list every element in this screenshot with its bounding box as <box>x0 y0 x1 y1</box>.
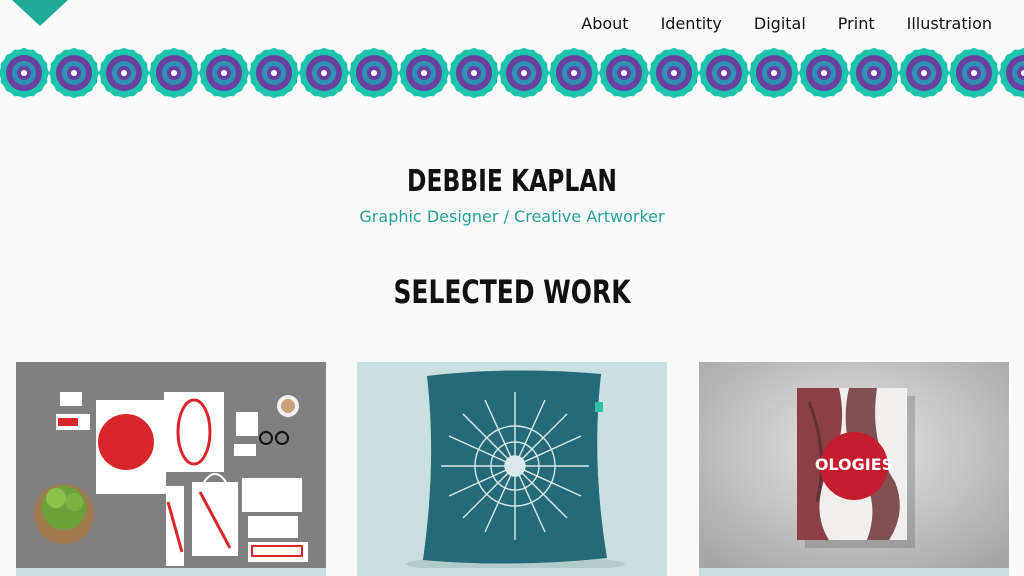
work-card-ologies[interactable]: OLOGIES <box>699 362 1009 576</box>
nav-about[interactable]: About <box>581 14 628 34</box>
cushion-pattern-image <box>357 362 667 576</box>
card-strip <box>16 568 326 576</box>
hero: DEBBIE KAPLAN Graphic Designer / Creativ… <box>0 160 1024 226</box>
nav-print[interactable]: Print <box>838 14 875 34</box>
mandala-circle-icon <box>99 48 149 98</box>
mandala-circle-icon <box>949 48 999 98</box>
mandala-circle-icon <box>449 48 499 98</box>
mandala-circle-icon <box>549 48 599 98</box>
mandala-circle-icon <box>149 48 199 98</box>
mandala-circle-icon <box>749 48 799 98</box>
book-cover-title: OLOGIES <box>815 455 893 474</box>
work-card-cushion[interactable] <box>357 362 667 576</box>
mandala-circle-icon <box>499 48 549 98</box>
nav-illustration[interactable]: Illustration <box>907 14 992 34</box>
mandala-circle-icon <box>699 48 749 98</box>
nav-identity[interactable]: Identity <box>661 14 722 34</box>
mandala-circle-icon <box>899 48 949 98</box>
logo-icon[interactable] <box>12 0 68 26</box>
mandala-circle-icon <box>599 48 649 98</box>
work-grid: OLOGIES <box>16 362 1009 576</box>
mandala-circle-icon <box>399 48 449 98</box>
mandala-circle-icon <box>49 48 99 98</box>
mandala-circle-icon <box>849 48 899 98</box>
ologies-book-cover-image: OLOGIES <box>699 362 1009 576</box>
work-card-stationery[interactable] <box>16 362 326 576</box>
mandala-circle-icon <box>999 48 1024 98</box>
mandala-band <box>0 46 1024 100</box>
mandala-circle-icon <box>799 48 849 98</box>
mandala-circle-icon <box>299 48 349 98</box>
main-nav: About Identity Digital Print Illustratio… <box>549 14 992 34</box>
section-title: SELECTED WORK <box>393 273 631 311</box>
mandala-circle-icon <box>249 48 299 98</box>
designer-tagline: Graphic Designer / Creative Artworker <box>359 207 665 226</box>
stationery-mockup-image <box>16 362 326 576</box>
mandala-circle-icon <box>0 48 49 98</box>
designer-name: DEBBIE KAPLAN <box>407 164 617 199</box>
nav-digital[interactable]: Digital <box>754 14 806 34</box>
card-strip <box>699 568 1009 576</box>
mandala-circle-icon <box>199 48 249 98</box>
card-strip <box>357 568 667 576</box>
mandala-circle-icon <box>349 48 399 98</box>
mandala-circle-icon <box>649 48 699 98</box>
